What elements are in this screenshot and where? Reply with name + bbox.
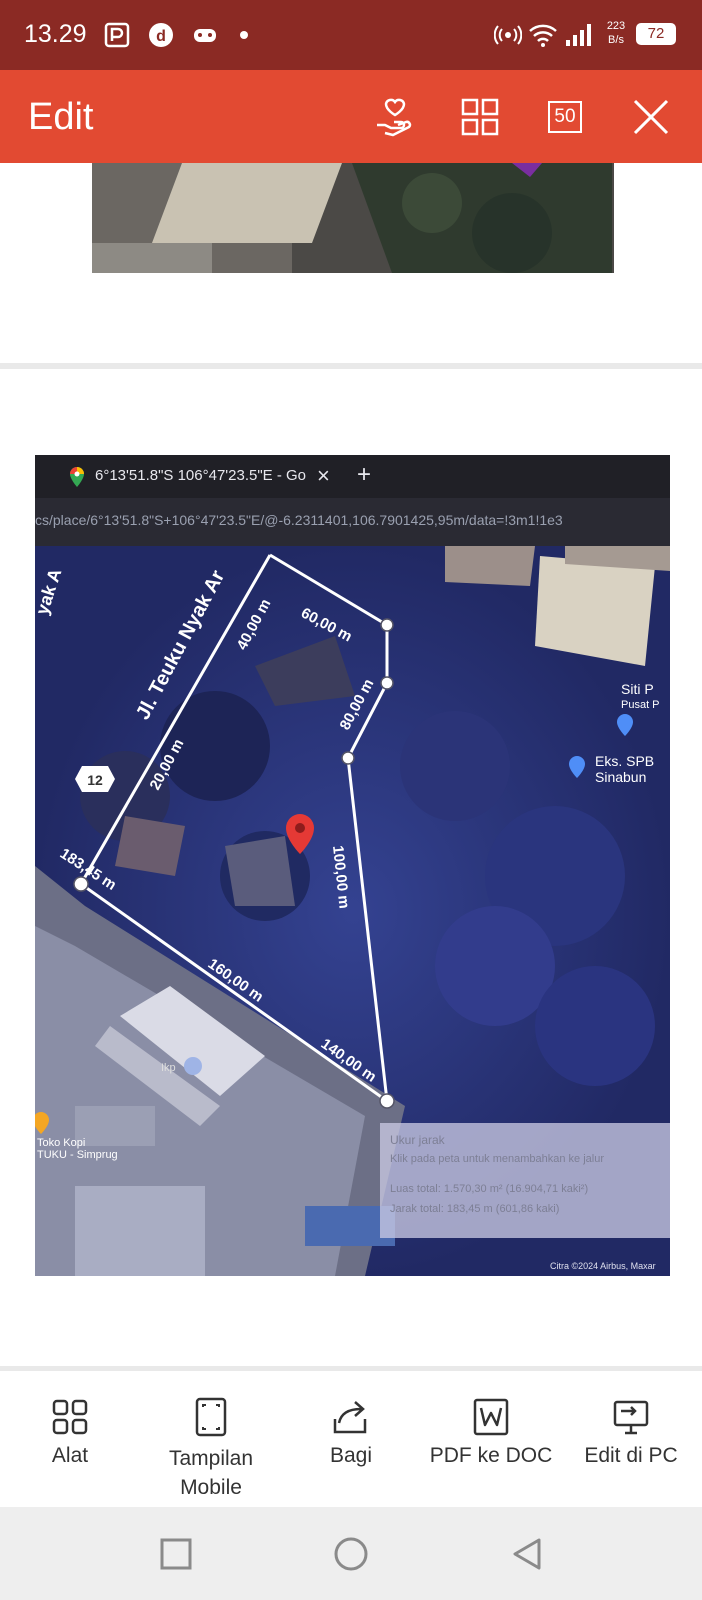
satellite-image-fragment <box>92 163 614 273</box>
close-icon <box>633 99 669 135</box>
battery-indicator: 72 <box>636 23 676 45</box>
word-doc-icon <box>473 1398 509 1436</box>
back-icon <box>513 1538 541 1570</box>
home-icon <box>334 1537 368 1571</box>
status-time: 13.29 <box>24 20 87 48</box>
svg-text:Eks. SPB: Eks. SPB <box>595 753 654 769</box>
status-bar: 13.29 d 223 B/s 72 <box>0 0 702 70</box>
edit-on-pc-label: Edit di PC <box>584 1444 678 1467</box>
share-label: Bagi <box>329 1444 373 1467</box>
svg-text:Siti P: Siti P <box>621 681 654 697</box>
browser-url-bar[interactable]: cs/place/6°13'51.8"S+106°47'23.5"E/@-6.2… <box>35 498 670 546</box>
share-button[interactable]: Bagi <box>286 1396 416 1468</box>
measure-panel-hint: Klik pada peta untuk menambahkan ke jalu… <box>390 1153 605 1165</box>
svg-text:TUKU - Simprug: TUKU - Simprug <box>37 1149 118 1161</box>
page-divider <box>0 363 702 369</box>
desktop-icon <box>613 1400 649 1435</box>
svg-text:Toko Kopi: Toko Kopi <box>37 1137 85 1149</box>
donate-hand-heart-icon <box>377 98 412 137</box>
svg-text:Ikp: Ikp <box>161 1062 176 1074</box>
tools-grid-icon <box>52 1399 88 1435</box>
home-button[interactable] <box>328 1531 374 1577</box>
gamepad-icon <box>194 29 216 42</box>
browser-tab-bar: 6°13'51.8"S 106°47'23.5"E - Go × + <box>35 455 670 498</box>
page-count-icon: 50 <box>548 101 582 133</box>
parking-app-icon <box>104 22 130 48</box>
map-screenshot-page: 6°13'51.8"S 106°47'23.5"E - Go × + cs/pl… <box>35 455 670 1276</box>
mobile-view-label: Tampilan Mobile <box>168 1447 254 1499</box>
pdf-to-doc-button[interactable]: PDF ke DOC <box>426 1396 556 1468</box>
svg-text:12: 12 <box>87 772 103 788</box>
measure-panel-area: Luas total: 1.570,30 m² (16.904,71 kaki²… <box>390 1183 589 1195</box>
recent-apps-button[interactable] <box>153 1531 199 1577</box>
map-attribution: Citra ©2024 Airbus, Maxar <box>550 1261 656 1271</box>
measure-panel[interactable]: Ukur jarak Klik pada peta untuk menambah… <box>380 1123 670 1238</box>
measure-panel-distance: Jarak total: 183,45 m (601,86 kaki) <box>390 1203 560 1215</box>
hotspot-icon <box>494 25 522 45</box>
dot-icon <box>240 31 248 39</box>
wifi-icon <box>529 24 557 47</box>
close-button[interactable] <box>626 92 676 142</box>
recent-apps-icon <box>160 1538 192 1570</box>
bottom-toolbar: Alat Tampilan Mobile Bagi PDF ke DOC Edi… <box>0 1382 702 1507</box>
page-count-button[interactable]: 50 <box>540 92 590 142</box>
top-toolbar: Edit 50 <box>0 70 702 163</box>
mobile-view-icon <box>195 1397 227 1437</box>
tools-label: Alat <box>51 1444 89 1467</box>
new-tab-button[interactable]: + <box>357 461 371 489</box>
route-badge: 12 <box>75 766 115 792</box>
browser-tab-title[interactable]: 6°13'51.8"S 106°47'23.5"E - Go <box>95 467 306 484</box>
poi-icon <box>184 1057 202 1075</box>
d-app-icon: d <box>149 23 173 47</box>
pdf-to-doc-label: PDF ke DOC <box>429 1444 553 1467</box>
measure-panel-title: Ukur jarak <box>390 1133 445 1147</box>
network-speed-unit: B/s <box>608 34 624 46</box>
svg-text:Pusat P: Pusat P <box>621 699 660 711</box>
donate-button[interactable] <box>370 92 420 142</box>
page-divider <box>0 1366 702 1371</box>
battery-level-text: 72 <box>638 25 674 43</box>
share-icon <box>333 1401 367 1434</box>
network-speed: 223 B/s <box>602 19 630 47</box>
page-count-badge: 50 <box>554 106 576 127</box>
signal-icon <box>566 24 591 46</box>
tools-button[interactable]: Alat <box>5 1396 135 1468</box>
mobile-view-button[interactable]: Tampilan Mobile <box>146 1396 276 1502</box>
svg-text:d: d <box>156 28 166 45</box>
network-speed-value: 223 <box>606 20 626 32</box>
tab-close-button[interactable]: × <box>317 463 330 489</box>
grid-view-icon <box>461 98 499 136</box>
page-title: Edit <box>28 96 94 138</box>
edit-on-pc-button[interactable]: Edit di PC <box>566 1396 696 1468</box>
back-button[interactable] <box>504 1531 550 1577</box>
maps-pin-icon <box>70 467 84 487</box>
previous-page-image <box>92 163 614 273</box>
system-navigation-bar <box>0 1507 702 1600</box>
svg-text:Sinabun: Sinabun <box>595 769 646 785</box>
grid-view-button[interactable] <box>455 92 505 142</box>
url-text: cs/place/6°13'51.8"S+106°47'23.5"E/@-6.2… <box>35 512 563 528</box>
